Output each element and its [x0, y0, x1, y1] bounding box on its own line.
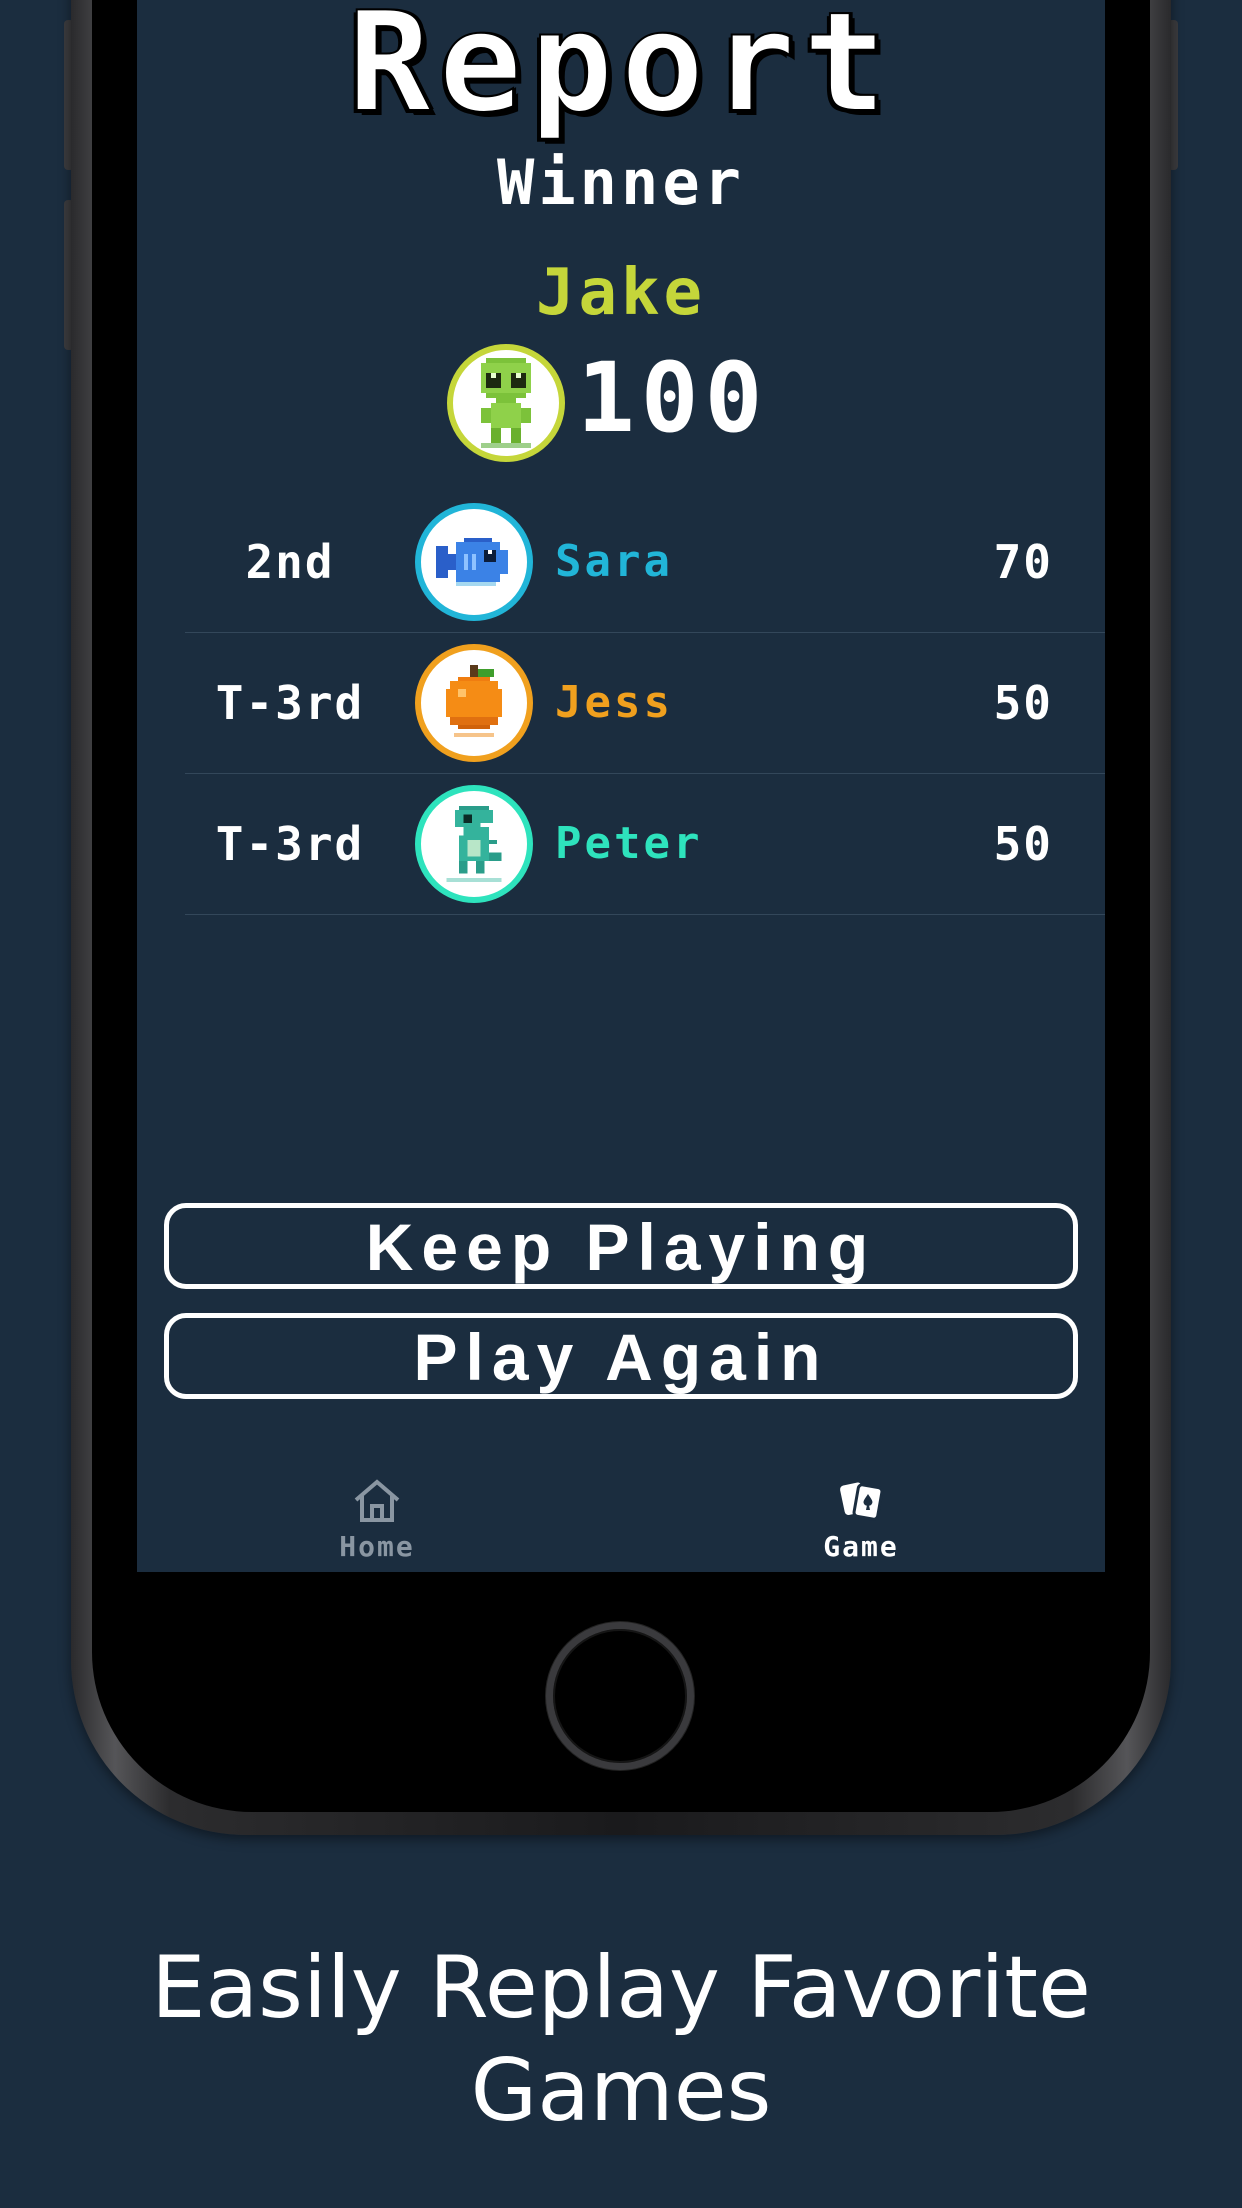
winner-name: Jake	[535, 256, 707, 330]
marketing-caption: Easily Replay Favorite Games	[0, 1937, 1242, 2143]
page-title: Report	[347, 0, 895, 144]
dinosaur-avatar-icon	[415, 785, 533, 903]
fish-avatar-icon	[415, 503, 533, 621]
keep-playing-button[interactable]: Keep Playing	[164, 1203, 1078, 1289]
rank-place: T-3rd	[215, 817, 365, 871]
list-item: T-3rd Jess 50	[185, 633, 1105, 774]
tab-game-label: Game	[823, 1530, 899, 1563]
phone-home-button[interactable]	[546, 1622, 694, 1770]
winner-score: 100	[577, 342, 769, 454]
tab-home[interactable]: Home	[277, 1478, 477, 1563]
player-name: Peter	[555, 818, 703, 869]
list-item: 2nd Sara 70	[185, 492, 1105, 633]
alien-avatar-icon	[447, 344, 565, 462]
app-screen: Report Winner Jake 100 2nd Sara 70 T-3rd…	[137, 0, 1105, 1572]
tab-game[interactable]: Game	[761, 1478, 961, 1563]
player-score: 50	[993, 817, 1053, 871]
player-name: Sara	[555, 536, 673, 587]
list-item: T-3rd Peter 50	[185, 774, 1105, 915]
player-score: 70	[993, 535, 1053, 589]
rank-place: T-3rd	[215, 676, 365, 730]
player-score: 50	[993, 676, 1053, 730]
cards-icon	[836, 1482, 886, 1528]
play-again-button[interactable]: Play Again	[164, 1313, 1078, 1399]
caption-line-1: Easily Replay Favorite	[151, 1938, 1091, 2038]
rank-place: 2nd	[245, 535, 335, 589]
player-name: Jess	[555, 677, 673, 728]
orange-avatar-icon	[415, 644, 533, 762]
caption-line-2: Games	[470, 2041, 772, 2141]
winner-label: Winner	[497, 146, 745, 219]
home-icon	[352, 1479, 402, 1528]
tab-home-label: Home	[339, 1530, 415, 1563]
